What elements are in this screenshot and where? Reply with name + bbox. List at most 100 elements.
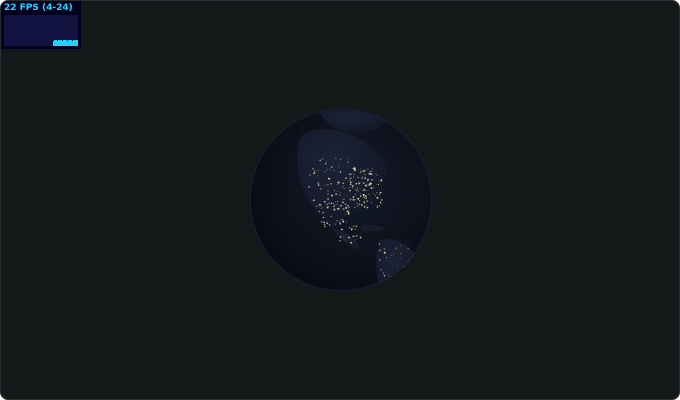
city-light	[334, 223, 336, 225]
city-light	[345, 222, 347, 224]
fps-graph-bar	[59, 40, 60, 46]
city-light	[334, 190, 335, 192]
city-light	[366, 200, 369, 203]
fps-graph-bar	[55, 40, 56, 46]
city-light	[377, 205, 379, 207]
city-light	[340, 158, 342, 160]
city-light	[348, 236, 350, 239]
city-light	[372, 193, 374, 195]
city-light	[329, 168, 331, 170]
webgl-viewport[interactable]: 22 FPS (4-24)	[0, 0, 680, 400]
city-light	[364, 173, 366, 175]
city-light	[367, 178, 369, 181]
city-light	[373, 180, 374, 182]
city-light	[373, 187, 375, 189]
city-light	[347, 157, 349, 159]
city-light	[357, 176, 359, 179]
city-light	[326, 206, 329, 209]
city-light	[369, 172, 372, 175]
city-light	[333, 202, 334, 204]
city-light	[371, 202, 372, 204]
city-light	[350, 241, 353, 244]
city-light	[342, 182, 345, 185]
city-light	[335, 193, 338, 196]
city-light	[380, 198, 383, 201]
city-light	[362, 179, 363, 180]
city-light	[352, 176, 355, 178]
city-light	[347, 204, 349, 207]
city-light	[349, 227, 351, 229]
city-light	[351, 202, 352, 204]
city-light	[365, 197, 367, 200]
fps-graph-bar	[72, 41, 73, 46]
city-light	[330, 182, 333, 185]
fps-stats-panel[interactable]: 22 FPS (4-24)	[1, 1, 81, 49]
fps-graph-bar	[61, 40, 62, 46]
city-light	[400, 245, 401, 247]
city-light	[357, 181, 359, 183]
city-light	[337, 191, 338, 193]
city-light	[393, 252, 395, 254]
city-light	[355, 189, 358, 192]
city-light	[342, 201, 344, 204]
city-light	[365, 169, 367, 171]
city-light	[376, 197, 379, 199]
city-light	[381, 188, 382, 189]
city-light	[360, 204, 363, 206]
city-light	[372, 168, 374, 169]
city-light	[336, 201, 339, 203]
city-light	[338, 204, 339, 205]
fps-graph-bar	[73, 40, 74, 46]
city-light	[343, 188, 345, 189]
city-light	[379, 201, 382, 204]
city-light	[345, 214, 347, 216]
city-light	[362, 195, 365, 197]
city-light	[362, 176, 364, 178]
fps-graph-bar	[53, 41, 54, 46]
city-light	[369, 183, 372, 185]
city-light	[319, 203, 321, 206]
city-light	[327, 184, 329, 186]
fps-graph-bar	[54, 40, 55, 46]
city-light	[354, 240, 355, 242]
city-light	[351, 227, 353, 229]
city-light	[325, 203, 327, 205]
city-light	[379, 191, 382, 194]
city-light	[327, 177, 330, 180]
earth-globe[interactable]	[249, 108, 433, 292]
city-light	[358, 182, 361, 185]
city-light	[344, 203, 345, 205]
city-light	[378, 181, 380, 183]
city-light	[349, 173, 351, 175]
city-light	[360, 177, 362, 179]
city-light	[308, 186, 311, 188]
city-light	[375, 195, 376, 197]
city-light	[322, 211, 324, 214]
city-light	[341, 218, 343, 221]
city-light	[338, 240, 341, 242]
city-light	[359, 236, 362, 239]
city-light	[319, 159, 322, 162]
city-light	[363, 177, 366, 179]
city-light	[395, 247, 398, 249]
city-light	[328, 202, 331, 205]
city-light	[357, 186, 358, 188]
city-light	[319, 211, 320, 212]
city-light	[354, 179, 356, 181]
city-light	[361, 177, 363, 179]
earth-night-globe-icon	[249, 108, 433, 292]
city-light	[366, 205, 368, 207]
fps-readout: 22 FPS (4-24)	[4, 3, 73, 13]
city-light	[376, 206, 379, 209]
city-light	[351, 185, 354, 187]
city-light	[352, 225, 355, 227]
city-light	[318, 181, 320, 183]
city-light	[349, 183, 352, 186]
city-light	[349, 189, 351, 192]
city-light	[391, 254, 393, 256]
city-light	[320, 163, 322, 165]
city-light	[378, 243, 380, 245]
city-light	[407, 272, 409, 274]
city-light	[326, 203, 329, 206]
fps-graph-bar	[67, 41, 68, 46]
